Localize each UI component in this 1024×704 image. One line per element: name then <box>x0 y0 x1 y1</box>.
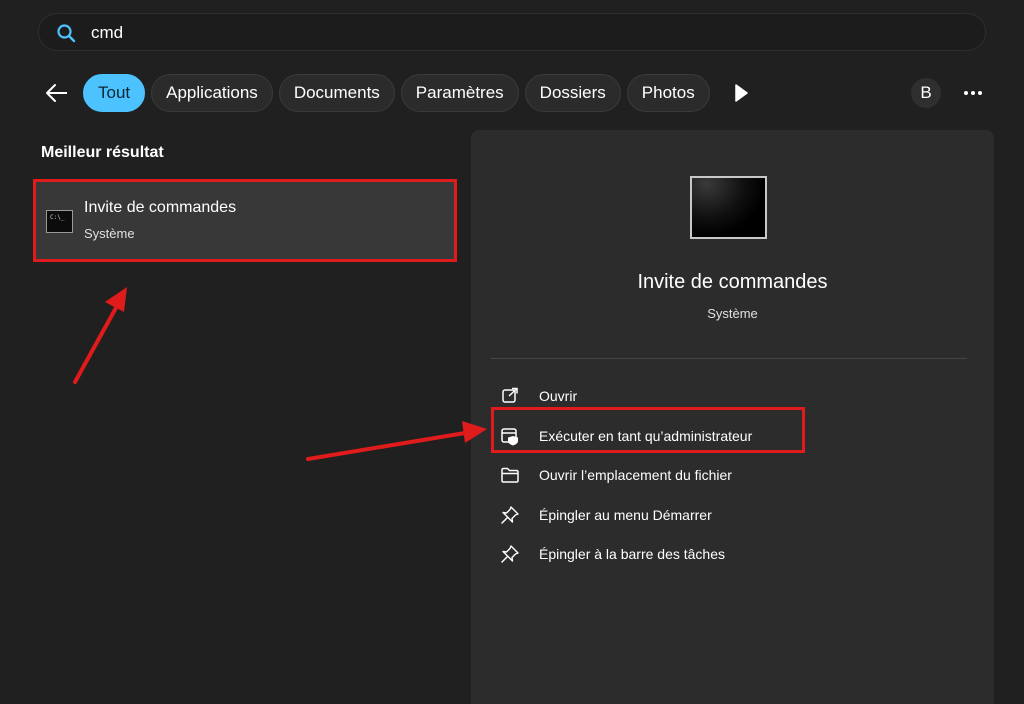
tab-applications[interactable]: Applications <box>151 74 273 112</box>
action-open-label: Ouvrir <box>539 388 578 404</box>
divider <box>491 358 967 359</box>
folder-icon <box>499 464 521 486</box>
tab-dossiers[interactable]: Dossiers <box>524 74 621 112</box>
action-pin-to-taskbar-label: Épingler à la barre des tâches <box>539 546 725 562</box>
tab-parametres[interactable]: Paramètres <box>400 74 519 112</box>
best-result-item[interactable]: C:\_ Invite de commandes Système <box>33 179 457 262</box>
more-filters-play-icon[interactable] <box>729 81 753 105</box>
command-prompt-icon: C:\_ <box>46 210 73 233</box>
best-result-heading: Meilleur résultat <box>41 144 164 161</box>
more-options-icon[interactable] <box>958 80 988 106</box>
back-arrow-icon[interactable] <box>40 78 74 108</box>
annotation-arrow-run-as-admin <box>306 431 467 461</box>
action-open-file-location[interactable]: Ouvrir l’emplacement du fichier <box>499 460 919 490</box>
action-open-file-location-label: Ouvrir l’emplacement du fichier <box>539 467 732 483</box>
pin-icon <box>499 504 521 526</box>
action-pin-to-start-label: Épingler au menu Démarrer <box>539 507 712 523</box>
best-result-title: Invite de commandes <box>84 199 237 216</box>
tab-photos[interactable]: Photos <box>626 74 710 112</box>
action-pin-to-taskbar[interactable]: Épingler à la barre des tâches <box>499 539 919 569</box>
user-avatar[interactable]: B <box>911 78 941 108</box>
search-bar[interactable] <box>38 13 986 51</box>
best-result-subtitle: Système <box>84 226 135 241</box>
command-prompt-large-icon <box>690 176 767 239</box>
annotation-arrowhead-best-result <box>105 287 127 312</box>
open-external-icon <box>499 385 521 407</box>
detail-title: Invite de commandes <box>637 271 828 293</box>
annotation-arrow-best-result <box>73 304 119 384</box>
command-prompt-icon-text: C:\_ <box>50 214 65 221</box>
search-icon <box>57 24 76 43</box>
annotation-highlight-box <box>491 407 805 453</box>
search-input[interactable] <box>91 20 951 46</box>
action-pin-to-start[interactable]: Épingler au menu Démarrer <box>499 500 919 530</box>
filter-tabs: Tout Applications Documents Paramètres D… <box>83 74 710 112</box>
detail-subtitle: Système <box>707 306 758 321</box>
pin-icon <box>499 543 521 565</box>
tab-documents[interactable]: Documents <box>278 74 395 112</box>
windows-search-window: Tout Applications Documents Paramètres D… <box>0 0 1024 704</box>
tab-tout[interactable]: Tout <box>83 74 146 112</box>
